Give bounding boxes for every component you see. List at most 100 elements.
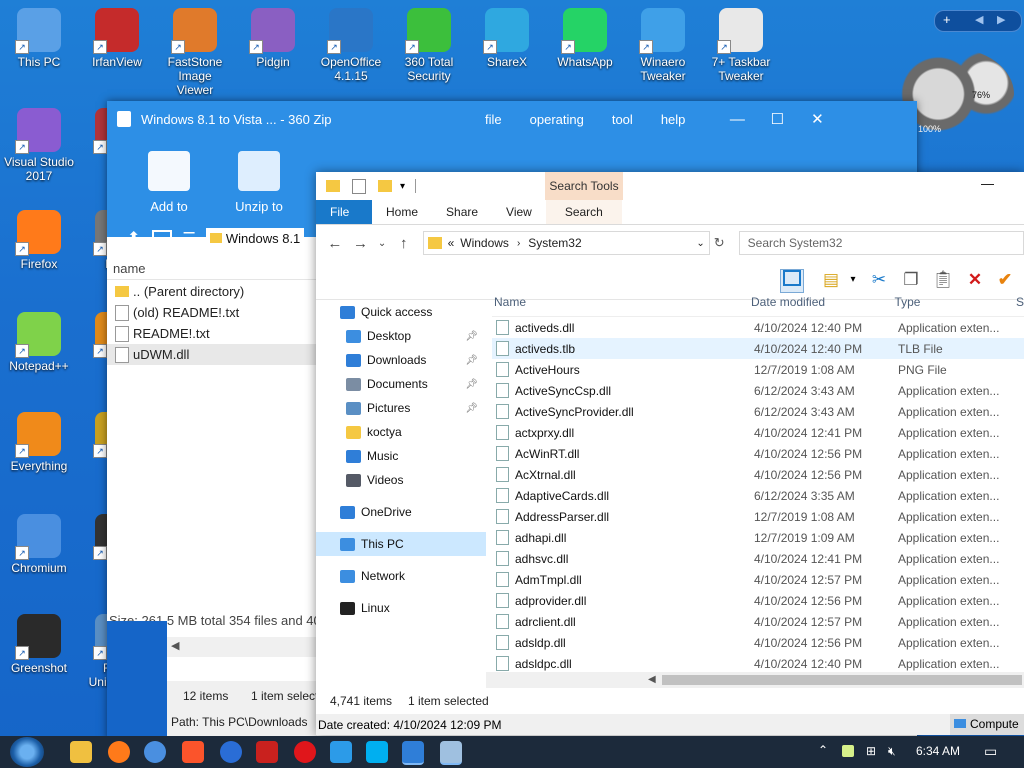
zip-column-name[interactable]: name — [107, 259, 323, 280]
file-row[interactable]: activeds.tlb 4/10/2024 12:40 PM TLB File — [492, 338, 1024, 359]
file-row[interactable]: AdaptiveCards.dll 6/12/2024 3:35 AM Applic… — [492, 485, 1024, 506]
tab-share[interactable]: Share — [432, 200, 492, 224]
file-row[interactable]: adhsvc.dll 4/10/2024 12:41 PM Application … — [492, 548, 1024, 569]
minimize-icon[interactable]: — — [981, 176, 994, 191]
desktop-icon-everything[interactable]: ↗ Everything — [3, 412, 75, 473]
next-icon[interactable]: ▶ — [997, 13, 1005, 26]
scroll-thumb[interactable] — [662, 675, 1022, 685]
volume-muted-icon[interactable]: 🔇︎ — [888, 744, 896, 759]
breadcrumb-system32[interactable]: System32 — [528, 236, 581, 250]
file-row[interactable]: adsldp.dll 4/10/2024 12:56 PM Application … — [492, 632, 1024, 653]
properties-icon[interactable] — [352, 178, 366, 194]
prev-icon[interactable]: ◀ — [975, 13, 983, 26]
desktop-icon-360-total-security[interactable]: ↗ 360 Total Security — [393, 8, 465, 83]
file-row[interactable]: adhapi.dll 12/7/2019 1:09 AM Application e… — [492, 527, 1024, 548]
taskbar-app-icon[interactable] — [220, 741, 242, 763]
desktop-icon-irfanview[interactable]: ↗ IrfanView — [81, 8, 153, 69]
list-view-icon[interactable]: ☰ — [182, 229, 195, 247]
start-button[interactable] — [10, 737, 44, 767]
pin-icon[interactable]: 📌︎ — [465, 331, 478, 342]
zip-menu-operating[interactable]: operating — [516, 112, 598, 127]
zip-menu-tool[interactable]: tool — [598, 112, 647, 127]
desktop-control-box[interactable]: + ◀ ▶ — [934, 10, 1022, 32]
desktop-icon-visual-studio[interactable]: ↗ Visual Studio 2017 — [3, 108, 75, 183]
thumbnail-view-icon[interactable] — [152, 230, 173, 246]
breadcrumb-windows[interactable]: Windows — [460, 236, 509, 250]
zip-menu-file[interactable]: file — [471, 112, 516, 127]
tab-view[interactable]: View — [492, 200, 546, 224]
nav-item[interactable]: Quick access — [316, 300, 486, 324]
taskbar-opera-icon[interactable] — [294, 741, 316, 763]
unzip-to-button[interactable]: Unzip to — [219, 151, 299, 214]
file-row[interactable]: activeds.dll 4/10/2024 12:40 PM Applicatio… — [492, 317, 1024, 338]
desktop-icon-sharex[interactable]: ↗ ShareX — [471, 8, 543, 69]
scroll-left-icon[interactable]: ◀ — [171, 639, 179, 652]
column-date-modified[interactable]: Date modified — [751, 295, 894, 309]
file-row[interactable]: AcXtrnal.dll 4/10/2024 12:56 PM Applicatio… — [492, 464, 1024, 485]
taskbar-skype-icon[interactable] — [366, 741, 388, 763]
tab-search[interactable]: Search — [545, 200, 622, 224]
explorer-window[interactable]: ▾ Search Tools — File Home Share View Se… — [316, 172, 1024, 735]
scroll-left-icon[interactable]: ◀ — [648, 674, 656, 685]
zip-file-row[interactable]: .. (Parent directory) — [107, 281, 317, 302]
zip-file-row[interactable]: README!.txt — [107, 323, 317, 344]
pin-icon[interactable]: 📌︎ — [465, 379, 478, 390]
file-row[interactable]: AcWinRT.dll 4/10/2024 12:56 PM Application… — [492, 443, 1024, 464]
back-arrow-icon[interactable]: ← — [324, 235, 346, 252]
up-arrow-icon[interactable]: ⬆ — [127, 228, 140, 248]
desktop-icon-openoffice[interactable]: ↗ OpenOffice 4.1.15 — [315, 8, 387, 83]
desktop-icon-winaero[interactable]: ↗ Winaero Tweaker — [627, 8, 699, 83]
nav-item[interactable]: This PC — [316, 532, 486, 556]
tray-expand-icon[interactable]: ⌃ — [818, 743, 828, 757]
address-dropdown-icon[interactable]: ⌄ — [696, 238, 704, 249]
search-input[interactable]: Search System32 — [738, 231, 1024, 255]
file-row[interactable]: adsldpc.dll 4/10/2024 12:40 PM Application… — [492, 653, 1024, 674]
forward-arrow-icon[interactable]: → — [350, 235, 372, 252]
file-row[interactable]: AdmTmpl.dll 4/10/2024 12:57 PM Application… — [492, 569, 1024, 590]
new-folder-icon[interactable] — [378, 180, 392, 192]
file-row[interactable]: actxprxy.dll 4/10/2024 12:41 PM Applicatio… — [492, 422, 1024, 443]
nav-item[interactable]: Downloads 📌︎ — [316, 348, 486, 372]
file-row[interactable]: ActiveSyncCsp.dll 6/12/2024 3:43 AM Applic… — [492, 380, 1024, 401]
taskbar-chromium-icon[interactable] — [144, 741, 166, 763]
zip-hscroll[interactable]: ◀ — [167, 637, 317, 657]
nav-item[interactable]: Videos — [316, 468, 486, 492]
network-icon[interactable]: ⊞ — [866, 744, 876, 758]
plus-icon[interactable]: + — [943, 12, 951, 27]
recent-dropdown-icon[interactable]: ⌄ — [371, 238, 393, 249]
taskbar-brave-icon[interactable] — [182, 741, 204, 763]
taskbar-wps-icon[interactable] — [256, 741, 278, 763]
file-row[interactable]: adprovider.dll 4/10/2024 12:56 PM Applicat… — [492, 590, 1024, 611]
file-row[interactable]: AddressParser.dll 12/7/2019 1:08 AM Applic… — [492, 506, 1024, 527]
desktop-icon-pidgin[interactable]: ↗ Pidgin — [237, 8, 309, 69]
maximize-icon[interactable]: ☐ — [757, 110, 797, 128]
nav-item[interactable]: OneDrive — [316, 500, 486, 524]
column-name[interactable]: Name — [492, 295, 751, 309]
zip-menu-help[interactable]: help — [647, 112, 700, 127]
tab-file[interactable]: File — [316, 200, 372, 224]
desktop-icon-chromium[interactable]: ↗ Chromium — [3, 514, 75, 575]
file-row[interactable]: ActiveHours 12/7/2019 1:08 AM PNG File — [492, 359, 1024, 380]
taskbar-notepad-icon[interactable] — [440, 741, 462, 765]
nav-item[interactable]: Documents 📌︎ — [316, 372, 486, 396]
close-icon[interactable]: ✕ — [797, 110, 837, 128]
desktop-icon-firefox[interactable]: ↗ Firefox — [3, 210, 75, 271]
add-to-button[interactable]: Add to — [129, 151, 209, 214]
nav-item[interactable]: koctya — [316, 420, 486, 444]
desktop-icon-faststone[interactable]: ↗ FastStone Image Viewer — [159, 8, 231, 97]
minimize-icon[interactable]: — — [717, 111, 757, 128]
desktop-icon-greenshot[interactable]: ↗ Greenshot — [3, 614, 75, 675]
nav-item[interactable]: Music — [316, 444, 486, 468]
taskbar-360zip-icon[interactable] — [402, 741, 424, 765]
file-row[interactable]: ActiveSyncProvider.dll 6/12/2024 3:43 AM A… — [492, 401, 1024, 422]
desktop-icon-this-pc[interactable]: ↗ This PC — [3, 8, 75, 69]
pin-icon[interactable]: 📌︎ — [465, 403, 478, 414]
desktop-icon-taskbar-tweaker[interactable]: ↗ 7+ Taskbar Tweaker — [705, 8, 777, 83]
horizontal-scrollbar[interactable]: ◀ — [486, 672, 1024, 688]
nav-item[interactable]: Desktop 📌︎ — [316, 324, 486, 348]
column-type[interactable]: Type — [894, 295, 1016, 309]
notifications-icon[interactable]: ▭ — [984, 743, 997, 760]
tray-app-icon[interactable] — [842, 745, 854, 757]
pin-icon[interactable]: 📌︎ — [465, 355, 478, 366]
clock[interactable]: 6:34 AM — [916, 744, 960, 758]
